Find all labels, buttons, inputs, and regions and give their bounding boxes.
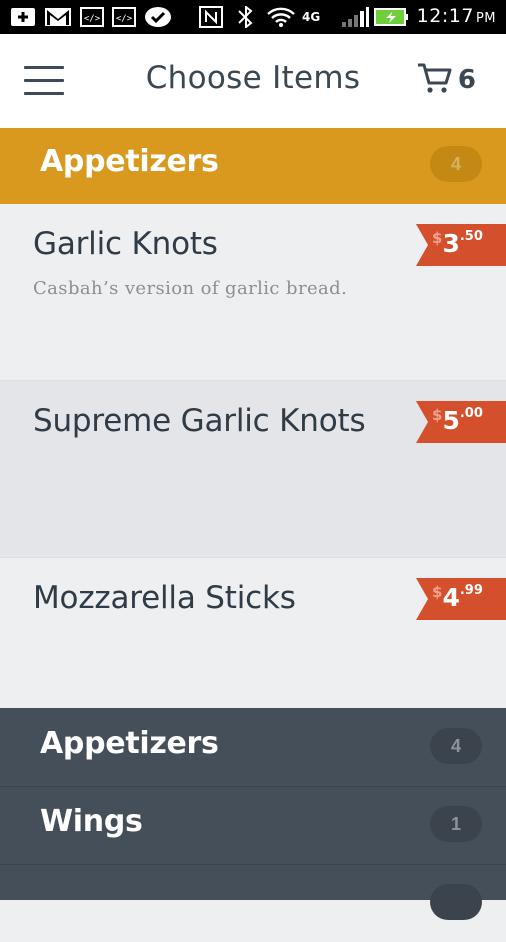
- currency-symbol: $: [432, 406, 443, 424]
- clock: 12:17 PM: [416, 5, 496, 27]
- price-tag: $5.00: [416, 401, 506, 443]
- 4g-lte-icon: 4G: [302, 10, 321, 24]
- drawer-count-badge: 1: [430, 806, 482, 842]
- drawer-count-badge: [430, 884, 482, 920]
- svg-text:</>: </>: [116, 14, 133, 24]
- price-tag: $4.99: [416, 578, 506, 620]
- app-bar: Choose Items 6: [0, 34, 506, 126]
- drawer-item-appetizers[interactable]: Appetizers 4: [0, 708, 506, 787]
- price-tag: $3.50: [416, 224, 506, 266]
- menu-item-supreme-garlic-knots[interactable]: Supreme Garlic Knots $5.00: [0, 381, 506, 558]
- item-description: Casbah’s version of garlic bread.: [33, 278, 348, 299]
- cart-count: 6: [457, 65, 476, 95]
- category-drawer: Appetizers 4 Wings 1: [0, 708, 506, 920]
- drawer-item-wings[interactable]: Wings 1: [0, 786, 506, 865]
- wifi-icon: [266, 6, 296, 28]
- price-cents: .50: [459, 229, 483, 244]
- price-cents: .00: [459, 406, 483, 421]
- add-icon: [10, 6, 36, 28]
- battery-charging-icon: [374, 6, 410, 28]
- price-dollars: 3: [442, 229, 460, 258]
- item-name: Garlic Knots: [33, 226, 218, 262]
- bluetooth-icon: [234, 6, 258, 28]
- signal-icon: [340, 6, 370, 28]
- currency-symbol: $: [432, 583, 443, 601]
- drawer-item-label: Appetizers: [40, 726, 219, 761]
- drawer-item-label: Wings: [40, 804, 143, 839]
- cart-button[interactable]: 6: [416, 60, 476, 100]
- currency-symbol: $: [432, 229, 443, 247]
- check-icon: [144, 6, 172, 28]
- code-icon: </>: [80, 6, 104, 28]
- nfc-icon: [198, 6, 224, 28]
- category-title: Appetizers: [40, 144, 219, 179]
- price-dollars: 4: [442, 583, 460, 612]
- category-count-badge: 4: [430, 146, 482, 182]
- menu-item-mozzarella-sticks[interactable]: Mozzarella Sticks $4.99: [0, 558, 506, 708]
- shopping-cart-icon: [416, 61, 452, 100]
- price-cents: .99: [459, 583, 483, 598]
- drawer-count-badge: 4: [430, 728, 482, 764]
- price-dollars: 5: [442, 406, 460, 435]
- gmail-icon: [44, 6, 72, 28]
- status-bar: </> </> 4G 12:17 PM: [0, 0, 506, 34]
- drawer-item-partial[interactable]: [0, 864, 506, 942]
- item-name: Supreme Garlic Knots: [33, 403, 366, 439]
- menu-item-garlic-knots[interactable]: Garlic Knots Casbah’s version of garlic …: [0, 204, 506, 381]
- category-header[interactable]: Appetizers 4: [0, 128, 506, 204]
- svg-text:</>: </>: [84, 14, 101, 24]
- code-icon: </>: [112, 6, 136, 28]
- item-name: Mozzarella Sticks: [33, 580, 296, 616]
